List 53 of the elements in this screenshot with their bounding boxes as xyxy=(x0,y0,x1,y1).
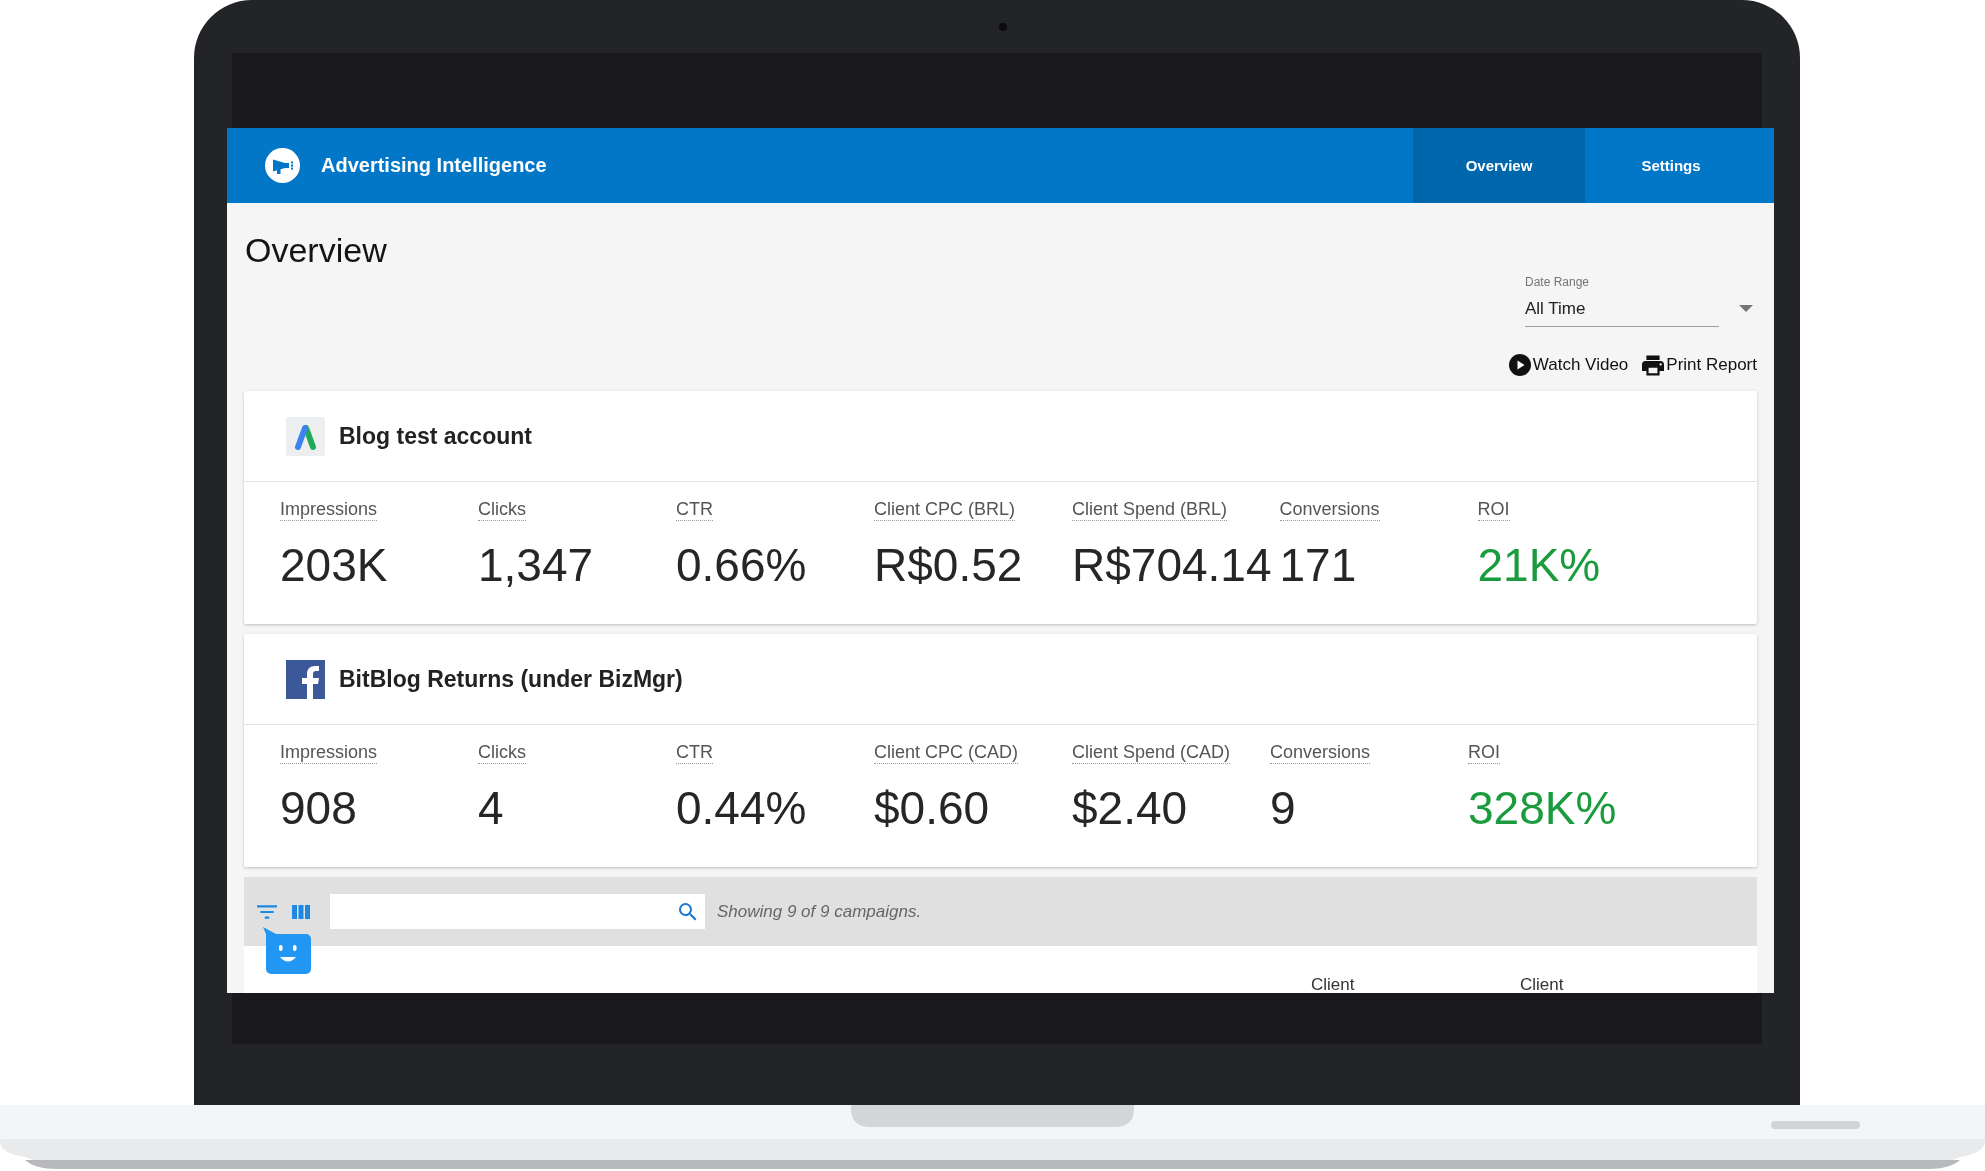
metric-value: 0.66% xyxy=(676,538,807,593)
metric-value: R$0.52 xyxy=(874,538,1023,593)
camera-dot-icon xyxy=(999,22,1007,31)
account-name: BitBlog Returns (under BizMgr) xyxy=(339,665,683,693)
f-logo-icon xyxy=(286,659,325,699)
nav-tab[interactable]: Overview xyxy=(1413,128,1585,203)
search-field[interactable] xyxy=(330,894,705,929)
metric-value: 1,347 xyxy=(478,538,594,593)
print-report-button[interactable]: Print Report xyxy=(1642,353,1757,377)
metric-label: Client Spend (BRL) xyxy=(1072,498,1228,521)
metric-label: Conversions xyxy=(1270,741,1371,764)
metric-value: $0.60 xyxy=(874,781,990,836)
printer-icon xyxy=(1642,354,1665,376)
metric-value: R$704.14 xyxy=(1072,538,1272,593)
metric-value: 9 xyxy=(1270,781,1296,836)
metric-value: $2.40 xyxy=(1072,781,1188,836)
account-name: Blog test account xyxy=(339,422,532,450)
date-range-label: Date Range xyxy=(1525,274,1590,290)
metric-label: Impressions xyxy=(280,741,378,764)
metric-value: 0.44% xyxy=(676,781,807,836)
metric-label: Client CPC (CAD) xyxy=(874,741,1019,764)
play-circle-icon xyxy=(1508,354,1531,376)
metric-value: 171 xyxy=(1279,538,1357,593)
metric-label: Clicks xyxy=(478,498,526,521)
column-header[interactable]: Client xyxy=(1520,976,1564,993)
megaphone-icon xyxy=(265,148,300,183)
metric-label: ROI xyxy=(1468,741,1500,764)
filter-icon[interactable] xyxy=(257,904,277,919)
metric-label: Client Spend (CAD) xyxy=(1072,741,1231,764)
page-title: Overview xyxy=(245,230,387,270)
search-icon[interactable] xyxy=(679,902,697,921)
metric-label: Conversions xyxy=(1279,498,1380,521)
metric-value: 203K xyxy=(280,538,388,593)
caret-icon xyxy=(1739,305,1753,312)
metric-value: 4 xyxy=(478,781,504,836)
metric-label: Client CPC (BRL) xyxy=(874,498,1016,521)
column-header[interactable]: Client xyxy=(1311,976,1355,993)
metric-value: 21K% xyxy=(1477,538,1601,593)
results-count-text: Showing 9 of 9 campaigns. xyxy=(717,901,922,922)
nav-tab[interactable]: Settings xyxy=(1585,128,1757,203)
a-logo-icon xyxy=(286,416,325,456)
metric-label: Impressions xyxy=(280,498,378,521)
columns-icon[interactable] xyxy=(292,904,310,919)
date-range-select[interactable]: All Time xyxy=(1525,290,1757,327)
metric-label: CTR xyxy=(676,498,713,521)
metric-label: ROI xyxy=(1477,498,1510,521)
metric-value: 328K% xyxy=(1468,781,1617,836)
metric-label: CTR xyxy=(676,741,713,764)
metric-value: 908 xyxy=(280,781,357,836)
watch-video-button[interactable]: Watch Video xyxy=(1508,353,1629,377)
smiley-chat-icon[interactable] xyxy=(262,927,312,975)
metric-label: Clicks xyxy=(478,741,526,764)
app-title: Advertising Intelligence xyxy=(321,154,547,177)
